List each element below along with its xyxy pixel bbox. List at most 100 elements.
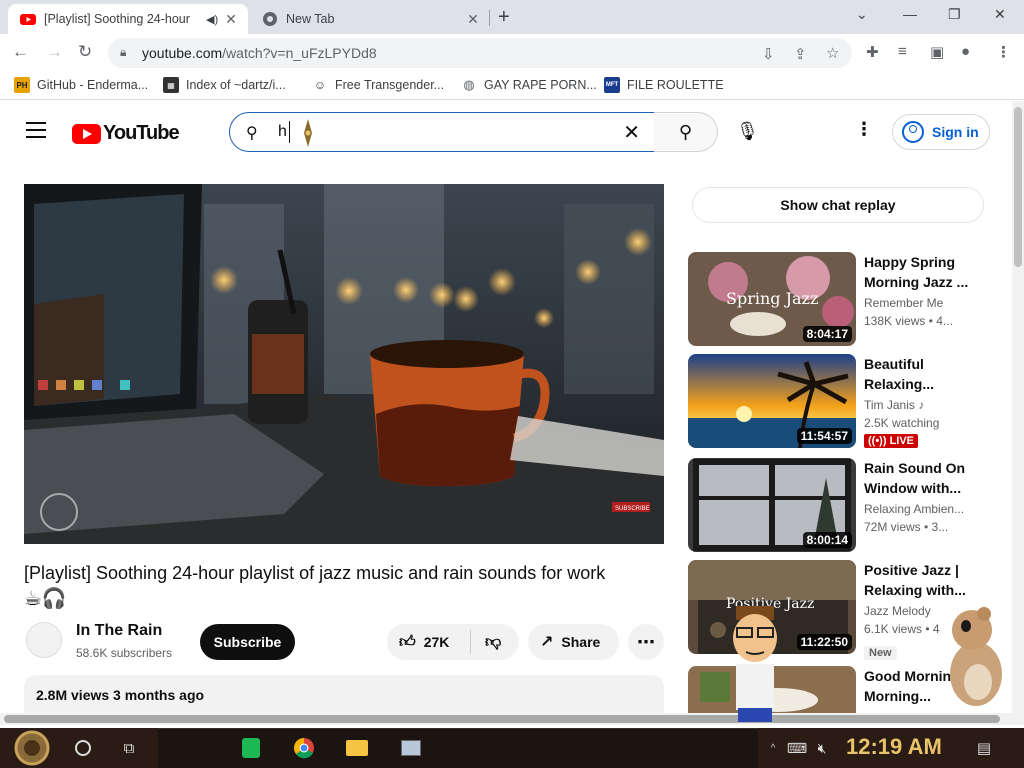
speaker-icon[interactable]: ◀) bbox=[206, 13, 222, 26]
scroll-thumb[interactable] bbox=[1014, 107, 1022, 267]
bookmark-free[interactable]: ☺ Free Transgender... bbox=[312, 77, 444, 93]
like-button[interactable]: 👍︎ 27K bbox=[387, 630, 471, 654]
view-count-and-age: 2.8M views 3 months ago bbox=[36, 687, 205, 703]
forward-icon[interactable]: → bbox=[46, 42, 63, 62]
new-tab-icon[interactable]: + bbox=[498, 6, 510, 29]
more-actions-button[interactable]: ⋯ bbox=[628, 624, 664, 660]
search-button[interactable]: ⚲ bbox=[654, 112, 718, 152]
rec-title[interactable]: Beautiful Relaxing... bbox=[864, 354, 982, 394]
restore-icon[interactable]: ❐ bbox=[948, 6, 961, 23]
svg-text:Spring Jazz: Spring Jazz bbox=[726, 289, 818, 308]
rec-title[interactable]: Rain Sound On Window with... bbox=[864, 458, 982, 498]
duration-badge: 11:54:57 bbox=[796, 428, 852, 444]
notes-app-button[interactable] bbox=[236, 728, 266, 768]
close-tab-icon[interactable]: ✕ bbox=[464, 11, 482, 28]
rec-meta: 6.1K views • 4 bbox=[864, 622, 940, 636]
bookmark-index[interactable]: ▦ Index of ~dartz/i... bbox=[163, 77, 286, 93]
bookmark-star-icon[interactable]: ☆ bbox=[826, 44, 839, 62]
menu-kebab-icon[interactable]: ⋮ bbox=[996, 43, 1011, 61]
tab-new-tab[interactable]: New Tab ✕ bbox=[250, 4, 490, 34]
vertical-scrollbar[interactable] bbox=[1012, 101, 1024, 725]
recommended-video[interactable]: 11:54:57 Beautiful Relaxing... Tim Janis… bbox=[688, 354, 988, 448]
show-hidden-icons[interactable]: ^ bbox=[766, 728, 780, 768]
video-thumbnail[interactable]: Spring Jazz 8:04:17 bbox=[688, 252, 856, 346]
rec-channel[interactable]: Tim Janis ♪ bbox=[864, 398, 924, 412]
taskbar-clock[interactable]: 12:19 AM bbox=[846, 734, 942, 760]
chevron-up-icon: ^ bbox=[770, 742, 776, 754]
cortana-circle-icon bbox=[75, 740, 91, 756]
search-input[interactable]: h bbox=[278, 123, 287, 141]
media-controls-icon[interactable]: ≡ bbox=[898, 43, 907, 60]
live-badge: ((•)) LIVE bbox=[864, 434, 919, 448]
rec-channel[interactable]: Jazz Melody bbox=[864, 604, 931, 618]
search-taskbar-button[interactable] bbox=[66, 728, 100, 768]
voice-search-icon[interactable]: 🎙︎ bbox=[736, 121, 759, 142]
recommended-video[interactable]: 8:00:14 Rain Sound On Window with... Rel… bbox=[688, 458, 988, 552]
start-button[interactable] bbox=[8, 728, 56, 768]
youtube-logo[interactable]: YouTube bbox=[72, 122, 180, 145]
dislike-button[interactable]: 👎︎ bbox=[471, 633, 501, 652]
notifications-icon[interactable]: ▤ bbox=[970, 728, 998, 768]
task-view-button[interactable]: ⧉ bbox=[112, 728, 146, 768]
monitor-app-button[interactable] bbox=[396, 728, 426, 768]
bookmark-file-roulette[interactable]: MFT FILE ROULETTE bbox=[604, 77, 724, 93]
back-icon[interactable]: ← bbox=[12, 42, 29, 62]
tab-divider bbox=[489, 10, 490, 26]
address-bar[interactable]: 🔒︎ youtube.com/watch?v=n_uFzLPYDd8 ⇩ ⇪ ☆ bbox=[108, 38, 852, 68]
rec-channel[interactable]: Remember Me bbox=[864, 296, 943, 310]
side-panel-icon[interactable]: ▣ bbox=[930, 43, 944, 61]
search-box[interactable]: ⚲ h ✕ bbox=[229, 112, 655, 152]
settings-kebab-icon[interactable]: ⋮ bbox=[855, 119, 873, 140]
sign-in-button[interactable]: Sign in bbox=[892, 114, 990, 150]
subscriber-count: 58.6K subscribers bbox=[76, 646, 173, 660]
rec-title[interactable]: Positive Jazz | Relaxing with... bbox=[864, 560, 982, 600]
channel-avatar[interactable] bbox=[26, 622, 62, 658]
globe-icon: ◍ bbox=[461, 77, 477, 93]
tab-search-icon[interactable]: ⌄ bbox=[856, 6, 868, 23]
video-thumbnail[interactable]: 8:00:14 bbox=[688, 458, 856, 552]
video-title: [Playlist] Soothing 24-hour playlist of … bbox=[24, 563, 606, 583]
share-button[interactable]: ↗ Share bbox=[528, 624, 619, 660]
minimize-icon[interactable]: — bbox=[903, 6, 917, 22]
volume-muted-icon[interactable]: 🔇︎ bbox=[810, 728, 834, 768]
bookmarks-bar: PH GitHub - Enderma... ▦ Index of ~dartz… bbox=[0, 72, 1024, 100]
os-taskbar: ⧉ ^ ⌨ 🔇︎ 12:19 AM ▤ bbox=[0, 728, 1024, 768]
reload-icon[interactable]: ↻ bbox=[78, 42, 92, 62]
grid-icon: ▦ bbox=[163, 77, 179, 93]
horizontal-scrollbar[interactable] bbox=[0, 713, 1012, 725]
bookmark-github[interactable]: PH GitHub - Enderma... bbox=[14, 77, 148, 93]
recommended-video[interactable]: Spring Jazz 8:04:17 Happy Spring Morning… bbox=[688, 252, 988, 346]
rec-meta: 138K views • 4... bbox=[864, 314, 953, 328]
video-thumbnail[interactable]: 11:54:57 bbox=[688, 354, 856, 448]
scroll-thumb[interactable] bbox=[4, 715, 1000, 723]
subscribe-button[interactable]: Subscribe bbox=[200, 624, 295, 660]
close-window-icon[interactable]: ✕ bbox=[994, 6, 1006, 23]
file-explorer-button[interactable] bbox=[342, 728, 372, 768]
tab-youtube[interactable]: [Playlist] Soothing 24-hour ◀) ✕ bbox=[8, 4, 248, 34]
youtube-play-icon bbox=[72, 123, 101, 144]
text-cursor bbox=[289, 121, 290, 143]
hamster-desktop-toy[interactable] bbox=[942, 604, 1004, 708]
duration-badge: 8:00:14 bbox=[802, 532, 852, 548]
install-icon[interactable]: ⇩ bbox=[762, 45, 775, 63]
lock-icon[interactable]: 🔒︎ bbox=[120, 45, 126, 60]
folder-icon bbox=[346, 740, 368, 756]
chrome-taskbar-button[interactable] bbox=[288, 728, 320, 768]
show-chat-replay-button[interactable]: Show chat replay bbox=[692, 187, 984, 223]
video-player[interactable]: SUBSCRIBE bbox=[24, 184, 664, 544]
extensions-icon[interactable]: ✚ bbox=[866, 43, 879, 61]
clear-search-icon[interactable]: ✕ bbox=[623, 120, 640, 145]
close-tab-icon[interactable]: ✕ bbox=[222, 11, 240, 28]
thumbs-down-icon: 👎︎ bbox=[485, 633, 502, 651]
network-icon[interactable]: ⌨ bbox=[786, 728, 808, 768]
channel-name[interactable]: In The Rain bbox=[76, 622, 162, 640]
chrome-icon bbox=[294, 738, 314, 759]
bookmark-globe[interactable]: ◍ GAY RAPE PORN... bbox=[461, 77, 597, 93]
rec-channel[interactable]: Relaxing Ambien... bbox=[864, 502, 964, 516]
cartoon-man-desktop-toy[interactable] bbox=[728, 606, 782, 728]
share-icon[interactable]: ⇪ bbox=[794, 45, 807, 63]
rec-title[interactable]: Happy Spring Morning Jazz ... bbox=[864, 252, 982, 292]
guide-menu-icon[interactable] bbox=[26, 122, 46, 143]
profile-icon[interactable]: ● bbox=[961, 43, 970, 60]
title-emojis: ☕🎧 bbox=[24, 588, 67, 610]
